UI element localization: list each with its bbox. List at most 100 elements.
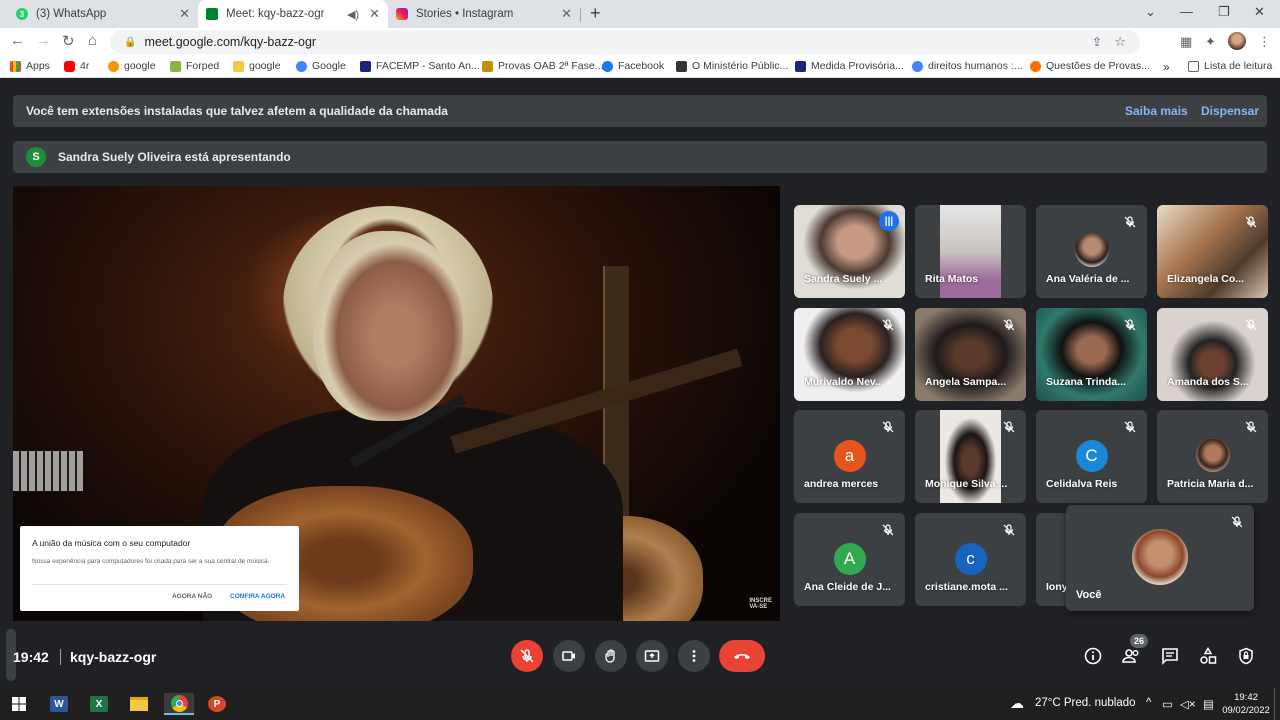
bookmark-star-icon[interactable]: ☆ [1114,34,1126,50]
host-controls-button[interactable] [1235,645,1257,667]
presenter-avatar: S [26,147,46,167]
participant-tile[interactable]: Angela Sampa... [915,308,1026,401]
mic-off-icon [1003,524,1015,536]
activities-button[interactable] [1197,645,1219,667]
network-icon[interactable]: ▭ [1162,697,1173,711]
taskbar-powerpoint[interactable]: P [204,693,230,715]
participant-tile[interactable]: Monique Silva ... [915,410,1026,503]
participant-tile[interactable]: Amanda dos S... [1157,308,1268,401]
forward-icon[interactable]: → [36,32,51,49]
participant-name: Murivaldo Nev... [804,376,884,388]
extension-grid-icon[interactable]: ▦ [1180,34,1192,50]
taskbar-excel[interactable]: X [86,693,112,715]
share-icon[interactable]: ⇪ [1092,35,1102,49]
bookmark-facebook[interactable]: Facebook [602,60,664,72]
meeting-details-button[interactable] [1082,645,1104,667]
google-icon [108,60,119,72]
present-screen-button[interactable] [636,640,668,672]
taskbar-clock[interactable]: 19:42 09/02/2022 [1222,691,1270,717]
bookmark-medida[interactable]: Medida Provisória... [795,60,904,72]
participant-tile[interactable]: Patricia Maria d... [1157,410,1268,503]
camera-icon [562,651,575,661]
show-desktop-button[interactable] [1274,688,1278,720]
participant-tile[interactable]: Rita Matos [915,205,1026,298]
mic-toggle-button[interactable] [511,640,543,672]
participant-tile[interactable]: ||| Sandra Suely ... [794,205,905,298]
mic-off-icon [1124,216,1136,228]
start-button[interactable] [6,693,32,715]
home-icon[interactable]: ⌂ [88,32,97,49]
participant-tile[interactable]: Murivaldo Nev... [794,308,905,401]
presenting-banner: S Sandra Suely Oliveira está apresentand… [13,141,1267,173]
bookmark-direitos[interactable]: direitos humanos :... [912,60,1023,72]
bookmark-4r[interactable]: 4r [64,60,89,72]
keyboard-icon[interactable]: ▤ [1203,697,1214,711]
participant-name: Elizangela Co... [1167,273,1245,285]
menu-kebab-icon[interactable]: ⋮ [1258,34,1271,50]
lock-icon: 🔒 [124,36,137,48]
learn-more-link[interactable]: Saiba mais [1125,104,1188,118]
popup-decline-button[interactable]: AGORA NÃO [172,593,212,600]
extensions-puzzle-icon[interactable]: ✦ [1205,34,1216,50]
taskbar-word[interactable]: W [46,693,72,715]
reading-list-button[interactable]: Lista de leitura [1188,60,1272,72]
meeting-code[interactable]: kqy-bazz-ogr [70,649,156,665]
address-bar[interactable]: 🔒 meet.google.com/kqy-bazz-ogr ⇪ ☆ [110,30,1140,54]
bookmark-oab[interactable]: Provas OAB 2ª Fase... [482,60,603,72]
more-bookmarks-button[interactable]: » [1163,60,1170,74]
bookmark-google-1[interactable]: google [108,60,156,72]
back-icon[interactable]: ← [10,32,25,49]
more-options-button[interactable] [678,640,710,672]
taskbar-chrome[interactable] [164,693,194,715]
tab-title: Stories • Instagram [416,8,514,20]
participant-tile[interactable]: Elizangela Co... [1157,205,1268,298]
volume-muted-icon[interactable]: ◁× [1180,697,1196,711]
bookmark-questoes[interactable]: Questões de Provas... [1030,60,1150,72]
close-icon[interactable]: ✕ [369,6,380,22]
tray-chevron-icon[interactable]: ^ [1146,697,1151,709]
leave-call-button[interactable] [719,640,765,672]
tab-meet[interactable]: Meet: kqy-bazz-ogr ◀) ✕ [198,0,388,28]
participant-tile[interactable]: Ana Valéria de ... [1036,205,1147,298]
dismiss-button[interactable]: Dispensar [1201,104,1259,118]
participant-tile[interactable]: c cristiane.mota ... [915,513,1026,606]
bookmark-label: FACEMP - Santo An... [376,60,480,72]
bookmark-google-2[interactable]: Google [296,60,346,72]
self-name: Você [1076,589,1102,601]
bookmark-google-folder[interactable]: google [233,60,281,72]
close-icon[interactable]: ✕ [179,6,190,22]
minimize-button[interactable]: — [1180,4,1193,19]
participant-tile[interactable]: a andrea merces [794,410,905,503]
camera-toggle-button[interactable] [553,640,585,672]
close-window-button[interactable]: ✕ [1254,4,1265,20]
participant-tile[interactable]: Suzana Trinda... [1036,308,1147,401]
mic-off-icon [520,649,534,663]
restore-button[interactable]: ❐ [1218,4,1230,20]
speaker-icon[interactable]: ◀) [347,8,359,21]
bookmark-forped[interactable]: Forped [170,60,219,72]
taskbar-explorer[interactable] [126,693,152,715]
bookmark-apps[interactable]: Apps [10,60,50,72]
bookmark-mp[interactable]: O Ministério Públic... [676,60,788,72]
url-text: meet.google.com/kqy-bazz-ogr [144,35,317,49]
self-view-tile[interactable]: Você [1066,505,1254,611]
weather-text[interactable]: 27°C Pred. nublado [1035,697,1136,709]
people-button[interactable] [1120,645,1142,667]
meeting-time: 19:42 [13,649,49,665]
reload-icon[interactable]: ↻ [62,32,75,50]
popup-accept-button[interactable]: CONFIRA AGORA [230,593,285,600]
participant-tile[interactable]: A Ana Cleide de J... [794,513,905,606]
raise-hand-button[interactable] [595,640,627,672]
tab-search-icon[interactable]: ⌄ [1145,4,1156,20]
new-tab-button[interactable]: + [590,3,601,24]
info-icon [1084,647,1102,665]
profile-avatar[interactable] [1228,32,1246,50]
tab-instagram[interactable]: Stories • Instagram ✕ [388,0,580,28]
tab-whatsapp[interactable]: 3 (3) WhatsApp ✕ [8,0,198,28]
chat-button[interactable] [1159,645,1181,667]
activities-icon [1200,647,1217,664]
close-icon[interactable]: ✕ [561,6,572,22]
bookmark-facemp[interactable]: FACEMP - Santo An... [360,60,480,72]
participant-tile[interactable]: C Celidalva Reis [1036,410,1147,503]
bookmark-label: Apps [26,60,50,72]
